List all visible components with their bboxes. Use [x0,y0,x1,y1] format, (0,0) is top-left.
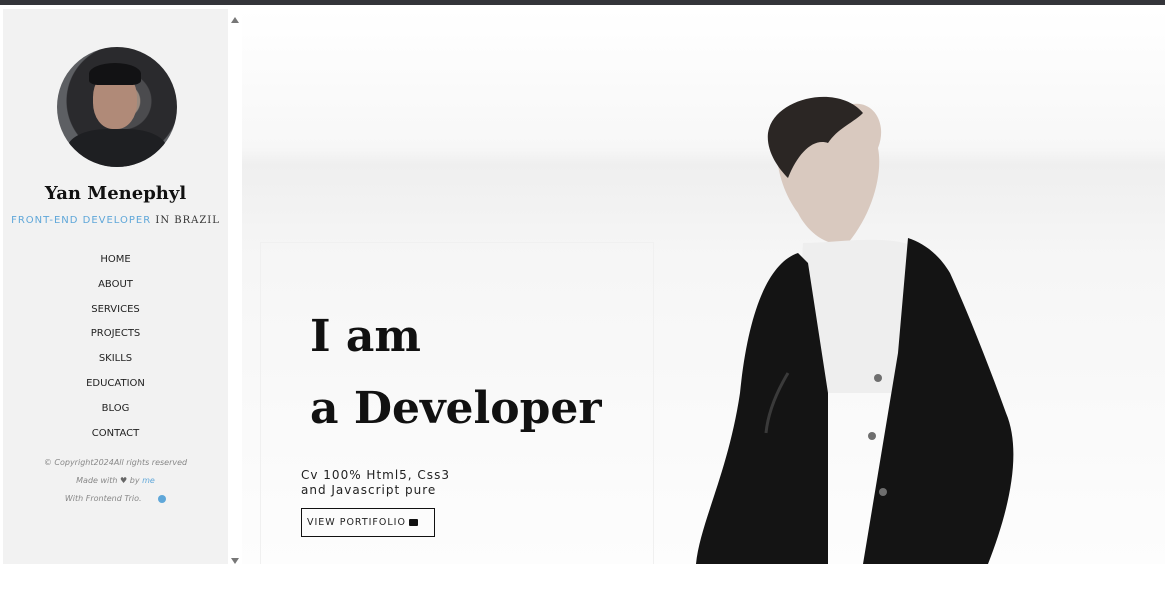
role-location: IN BRAZIL [155,215,220,226]
hero-subtitle: Cv 100% Html5, Css3 and Javascript pure [301,468,450,497]
sidebar-item-projects[interactable]: PROJECTS [3,326,228,351]
hero-title-line1: I am [310,311,421,362]
profile-name: Yan Menephyl [44,183,187,204]
sidebar: Yan Menephyl FRONT-END DEVELOPER IN BRAZ… [3,9,228,564]
sidebar-item-blog[interactable]: BLOG [3,401,228,426]
sidebar-item-services[interactable]: SERVICES [3,302,228,327]
sidebar-menu: HOME ABOUT SERVICES PROJECTS SKILLS EDUC… [3,252,228,450]
profile-role: FRONT-END DEVELOPER IN BRAZIL [3,215,228,226]
avatar [57,47,177,167]
author-link[interactable]: me [142,476,155,485]
hero-section: I am a Developer Cv 100% Html5, Css3 and… [242,9,1165,564]
hero-title-line2: a Developer [310,383,602,434]
sidebar-item-education[interactable]: EDUCATION [3,376,228,401]
hero-title: I am a Developer [310,301,602,445]
github-icon[interactable] [158,494,167,503]
sidebar-footer: © Copyright2024All rights reserved Made … [3,457,228,511]
sidebar-item-skills[interactable]: SKILLS [3,351,228,376]
scroll-up-arrow-icon[interactable] [231,17,239,23]
heart-icon: ♥ [120,476,128,485]
hero-person-photo [696,96,1014,564]
sidebar-item-home[interactable]: HOME [3,252,228,277]
sidebar-item-about[interactable]: ABOUT [3,277,228,302]
role-accent: FRONT-END DEVELOPER [11,215,152,226]
credits-line: With Frontend Trio. [3,493,228,511]
sidebar-item-contact[interactable]: CONTACT [3,426,228,451]
briefcase-icon [408,519,418,526]
view-portfolio-button[interactable]: VIEW PORTIFOLIO [301,508,435,537]
copyright-text: © Copyright2024All rights reserved [43,458,188,467]
scroll-down-arrow-icon[interactable] [231,558,239,564]
browser-top-bar [0,0,1165,5]
made-with-line: Made with ♥ by me [76,476,155,485]
